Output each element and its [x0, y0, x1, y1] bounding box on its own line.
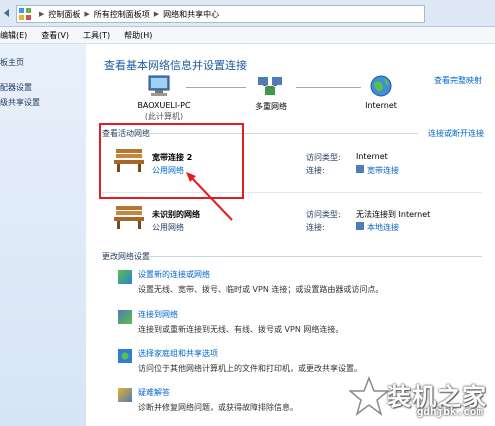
section-divider: [148, 256, 482, 257]
view-full-map-link[interactable]: 查看完整映射: [434, 75, 482, 86]
page-title: 查看基本网络信息并设置连接: [104, 59, 247, 72]
connection-link[interactable]: 本地连接: [367, 222, 399, 233]
menu-bar: 编辑(E) 查看(V) 工具(T) 帮助(H): [0, 27, 495, 44]
breadcrumb-item[interactable]: 网络和共享中心: [163, 9, 219, 20]
access-type-value: Internet: [356, 152, 388, 161]
left-pane-adapter-settings-link[interactable]: 配器设置: [0, 82, 32, 93]
connection-link[interactable]: 宽带连接: [367, 165, 399, 176]
connector-line: [186, 87, 246, 88]
multi-network-label: 多重网络: [255, 102, 287, 111]
access-type-value: 无法连接到 Internet: [356, 210, 431, 219]
task-description: 设置无线、宽带、拨号、临时或 VPN 连接；或设置路由器或访问点。: [138, 285, 384, 294]
watermark: 装机之家 gdhjbk.com: [335, 370, 495, 426]
connect-disconnect-link[interactable]: 连接或断开连接: [428, 128, 484, 139]
troubleshoot-icon: [118, 388, 132, 402]
homegroup-icon: [118, 349, 132, 363]
access-type-label: 访问类型:: [306, 210, 341, 219]
access-type-label: 访问类型:: [306, 153, 341, 162]
homegroup-sharing-link[interactable]: 选择家庭组和共享选项: [138, 348, 218, 359]
menu-help[interactable]: 帮助(H): [124, 30, 152, 41]
breadcrumb-separator-icon: ▶: [153, 10, 160, 18]
watermark-star-icon: [349, 376, 389, 416]
breadcrumb-item[interactable]: 控制面板: [48, 9, 80, 20]
red-arrow-icon: [186, 172, 233, 221]
public-network-bench-icon: [114, 206, 144, 229]
new-connection-icon: [118, 270, 132, 284]
internet-label: Internet: [365, 101, 397, 110]
breadcrumb[interactable]: ▶ 控制面板 ▶ 所有控制面板项 ▶ 网络和共享中心: [16, 5, 425, 23]
connection-adapter-icon: [356, 222, 364, 230]
back-arrow-icon[interactable]: [0, 6, 14, 20]
main-content: 查看基本网络信息并设置连接 查看完整映射 BAOXUELI-PC (此计算机) …: [86, 44, 495, 426]
control-panel-icon: [19, 7, 32, 21]
connection-label: 连接:: [306, 166, 325, 175]
watermark-url: gdhjbk.com: [416, 405, 483, 418]
internet-globe-icon: [370, 75, 392, 97]
left-pane-home-link[interactable]: 板主页: [0, 57, 24, 68]
connection-adapter-icon: [356, 165, 364, 173]
breadcrumb-item[interactable]: 所有控制面板项: [94, 9, 150, 20]
task-description: 连接到或重新连接到无线、有线、拨号或 VPN 网络连接。: [138, 325, 344, 334]
setup-connection-link[interactable]: 设置新的连接或网络: [138, 269, 210, 280]
connect-network-icon: [118, 310, 132, 324]
breadcrumb-separator-icon: ▶: [39, 10, 45, 18]
left-pane-sharing-settings-link[interactable]: 级共享设置: [0, 97, 40, 108]
change-settings-label: 更改网络设置: [102, 252, 150, 261]
task-description: 诊断并修复网络问题，或获得故障排除信息。: [138, 403, 298, 412]
breadcrumb-separator-icon: ▶: [84, 10, 90, 18]
pc-sub-label: (此计算机): [144, 112, 184, 121]
task-description: 访问位于其他网络计算机上的文件和打印机，或更改共享设置。: [138, 364, 362, 373]
troubleshoot-link[interactable]: 疑难解答: [138, 387, 170, 398]
menu-view[interactable]: 查看(V): [41, 30, 69, 41]
address-bar: ▶ 控制面板 ▶ 所有控制面板项 ▶ 网络和共享中心: [0, 0, 495, 27]
left-pane: 板主页 配器设置 级共享设置: [0, 44, 86, 426]
multi-network-icon: [258, 77, 282, 95]
connector-line: [296, 87, 361, 88]
computer-icon: [148, 75, 170, 96]
menu-tools[interactable]: 工具(T): [83, 30, 110, 41]
connection-label: 连接:: [306, 223, 325, 232]
menu-edit[interactable]: 编辑(E): [0, 30, 27, 41]
connect-to-network-link[interactable]: 连接到网络: [138, 309, 178, 320]
pc-name-label: BAOXUELI-PC: [137, 101, 191, 110]
